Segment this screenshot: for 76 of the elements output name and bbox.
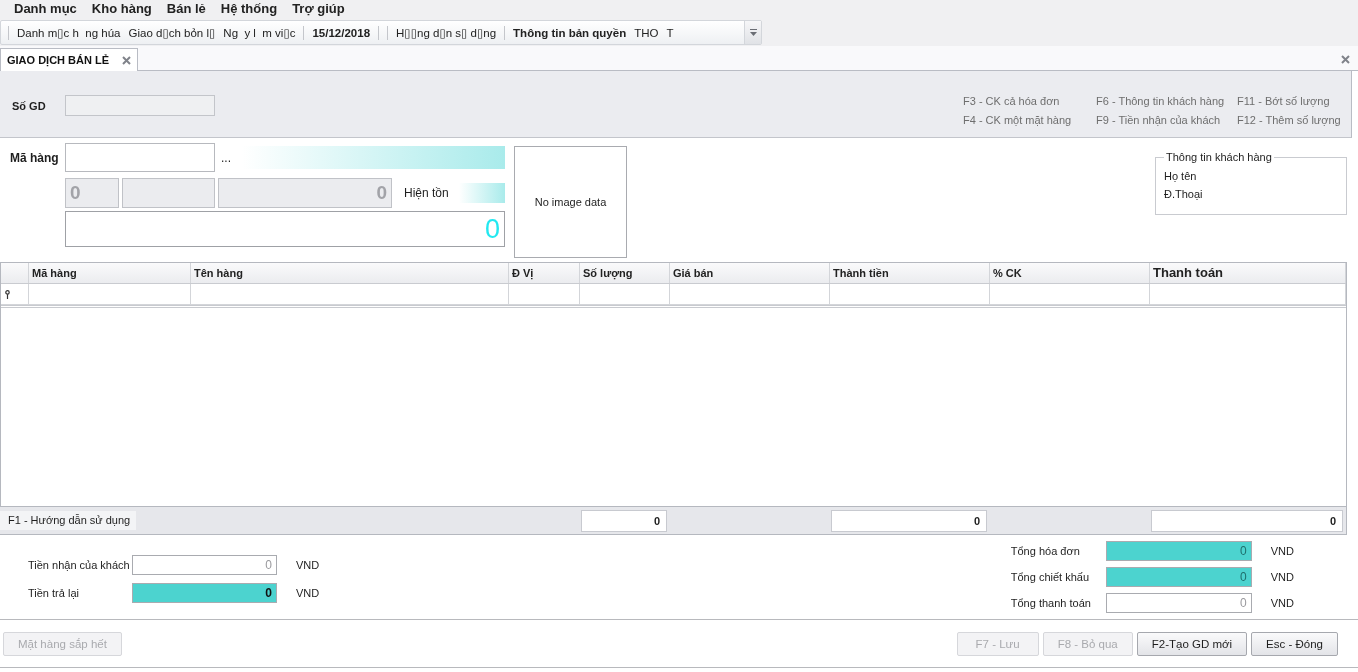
- shortcut-hint: F6 - Thông tin khách hàng: [1096, 95, 1226, 108]
- amount-field: 0: [1105, 567, 1252, 587]
- shortcut-hint: F12 - Thêm số lượng: [1237, 114, 1342, 127]
- field-label: Tiền trả lại: [28, 587, 80, 599]
- field-label: Tổng thanh toán: [1010, 597, 1092, 609]
- total-field: 0: [581, 509, 667, 532]
- total-field: 0: [1151, 509, 1343, 532]
- unit-label: VND: [296, 559, 320, 571]
- table-cell[interactable]: [670, 284, 830, 305]
- table-cell[interactable]: [990, 284, 1150, 305]
- toolbar-overflow-button[interactable]: [744, 21, 761, 44]
- caret-icon: [749, 29, 757, 36]
- input-field[interactable]: [65, 143, 215, 172]
- menu-item[interactable]: Bán lẻ: [166, 1, 206, 17]
- image-field: No image data: [514, 146, 627, 258]
- toolbar-button[interactable]: Danh m▯c h ng húa: [13, 23, 125, 42]
- menu-item[interactable]: Kho hàng: [91, 1, 152, 17]
- menu-item[interactable]: Trợ giúp: [292, 1, 345, 17]
- toolbar-button[interactable]: Ng y l m vi▯c: [219, 23, 300, 42]
- unit-label: VND: [1270, 597, 1294, 609]
- group-title: Thông tin khách hàng: [1165, 151, 1273, 163]
- field-label: Tổng hóa đơn: [1010, 545, 1081, 557]
- unit-label: VND: [296, 587, 320, 599]
- column-header[interactable]: Số lượng: [580, 263, 670, 283]
- field-label: Tiền nhận của khách: [28, 559, 131, 571]
- pin-icon: [5, 289, 10, 299]
- column-header[interactable]: % CK: [990, 263, 1150, 283]
- shortcut-hint: F11 - Bớt số lượng: [1237, 95, 1331, 108]
- amount-field: 0: [132, 555, 277, 575]
- table-cell[interactable]: [191, 284, 509, 305]
- footer-hint: F1 - Hướng dẫn sử dụng: [0, 511, 137, 530]
- field-label: Đ.Thoại: [1164, 188, 1204, 201]
- toolbar-button[interactable]: 15/12/2018: [308, 23, 375, 42]
- toolbar-button[interactable]: Thông tin bản quyền: [509, 23, 631, 42]
- amount-field: 0: [132, 583, 277, 603]
- table-cell[interactable]: [580, 284, 670, 305]
- readonly-field: 0: [65, 178, 119, 208]
- close-icon[interactable]: [1341, 54, 1350, 64]
- unit-label: VND: [1270, 545, 1294, 557]
- amount-field: 0: [1105, 593, 1252, 613]
- field-label: Số GD: [12, 99, 47, 112]
- column-header[interactable]: Thành tiền: [830, 263, 990, 283]
- shortcut-hint: F9 - Tiền nhận của khách: [1096, 114, 1222, 127]
- field-label: Họ tên: [1164, 170, 1198, 183]
- toolbar-button[interactable]: THO: [630, 23, 663, 42]
- unit-label: VND: [1270, 571, 1294, 583]
- shortcut-hint: F4 - CK một mặt hàng: [963, 114, 1073, 127]
- column-header[interactable]: Thanh toán: [1150, 263, 1346, 283]
- total-field: 0: [831, 509, 987, 532]
- readonly-field: 0: [218, 178, 392, 208]
- table-cell[interactable]: [1150, 284, 1346, 305]
- field-label: Mã hàng: [9, 150, 60, 167]
- menu-item[interactable]: Hệ thống: [220, 1, 278, 17]
- amount-field: 0: [1105, 541, 1252, 561]
- tab[interactable]: GIAO DỊCH BÁN LẺ: [0, 48, 139, 71]
- table-cell[interactable]: [830, 284, 990, 305]
- toolbar-button[interactable]: T: [662, 23, 678, 42]
- table-cell[interactable]: [29, 284, 191, 305]
- action-button[interactable]: F2-Tạo GD mới: [1136, 631, 1248, 656]
- field-label: Hiện tồn: [404, 186, 450, 200]
- column-header[interactable]: Đ Vị: [509, 263, 580, 283]
- toolbar-button[interactable]: Giao d▯ch bỏn l▯: [124, 23, 220, 42]
- input-field[interactable]: [65, 95, 215, 116]
- close-icon[interactable]: [122, 55, 132, 65]
- amount-display: 0: [65, 211, 505, 247]
- toolbar-button[interactable]: H▯▯ng d▯n s▯ d▯ng: [392, 23, 501, 42]
- menu-item[interactable]: Danh mục: [14, 1, 77, 17]
- column-header[interactable]: Mã hàng: [29, 263, 191, 283]
- action-button[interactable]: Esc - Đóng: [1251, 631, 1338, 656]
- shortcut-hint: F3 - CK cả hóa đơn: [963, 95, 1061, 108]
- column-header[interactable]: Tên hàng: [191, 263, 509, 283]
- gradient-bar: [459, 183, 505, 203]
- table-cell[interactable]: [509, 284, 580, 305]
- browse-button[interactable]: ...: [215, 150, 242, 165]
- field-label: Tổng chiết khấu: [1010, 571, 1091, 583]
- column-header[interactable]: Giá bán: [670, 263, 830, 283]
